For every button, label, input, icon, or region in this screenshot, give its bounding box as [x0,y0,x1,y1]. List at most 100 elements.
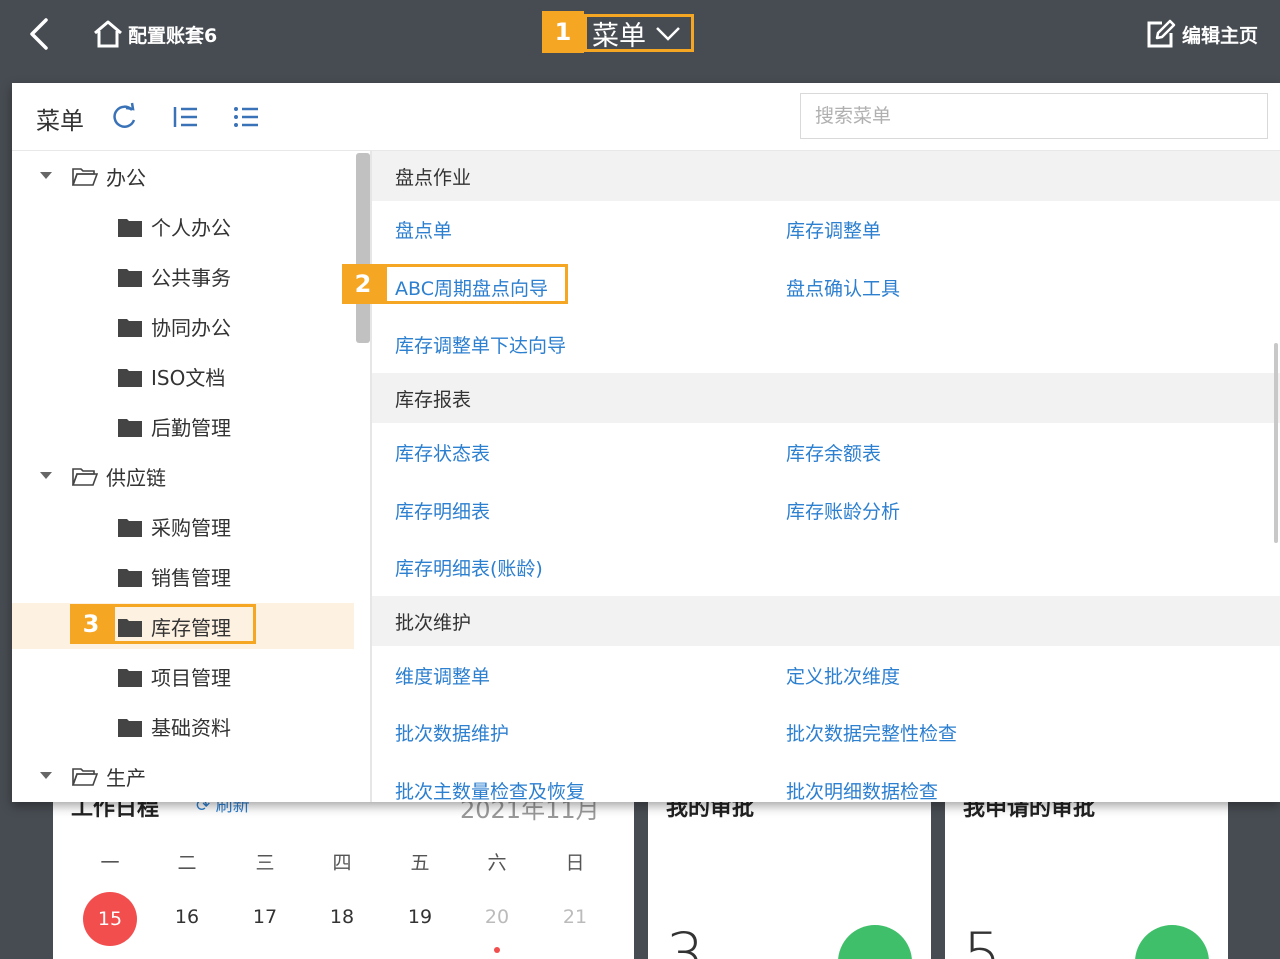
calendar-day-today[interactable]: 15 [83,892,137,946]
weekday-label: 二 [177,852,197,874]
calendar-day[interactable]: 20 [477,906,517,928]
folder-open-icon [72,768,98,786]
tree-item-label: 协同办公 [151,315,231,340]
section-header: 盘点作业 [372,151,1280,201]
tree-item-personal-office[interactable]: 个人办公 [12,203,354,249]
tree-group-office[interactable]: 办公 [12,153,354,199]
folder-icon [118,219,142,237]
edit-icon [1147,19,1176,48]
menu-link[interactable]: 库存调整单下达向导 [395,331,566,358]
weekday-label: 一 [100,852,120,874]
tree-item-purchasing[interactable]: 采购管理 [12,503,354,549]
menu-dropdown-button[interactable]: 菜单 [584,14,694,52]
highlight-abc-cycle-count [384,264,568,304]
menu-link[interactable]: 库存余额表 [786,439,881,466]
tree-item-sales[interactable]: 销售管理 [12,553,354,599]
caret-down-icon[interactable] [40,472,52,479]
tree-scrollbar-thumb[interactable] [356,153,370,343]
home-icon [94,20,122,48]
menu-link[interactable]: 库存明细表(账龄) [395,554,543,581]
step-badge-3: 3 [70,604,112,644]
tree-item-label: 项目管理 [151,665,231,690]
top-bar: 配置账套6 1 菜单 编辑主页 [0,0,1280,70]
menu-link[interactable]: 库存调整单 [786,216,881,243]
tree-item-label: 基础资料 [151,715,231,740]
tree-group-production[interactable]: 生产 [12,753,354,799]
folder-icon [118,569,142,587]
approval-count: 3 [666,920,705,959]
search-menu-input[interactable] [800,93,1268,139]
calendar-day[interactable]: 16 [167,906,207,928]
tree-group-supply-chain[interactable]: 供应链 [12,453,354,499]
tree-item-public-affairs[interactable]: 公共事务 [12,253,354,299]
menu-link[interactable]: 库存状态表 [395,439,490,466]
menu-link[interactable]: 批次数据维护 [395,719,509,746]
menu-link[interactable]: 批次主数量检查及恢复 [395,777,585,802]
collapse-all-icon[interactable] [172,102,200,132]
menu-link[interactable]: 库存明细表 [395,497,490,524]
calendar-day[interactable]: 19 [400,906,440,928]
folder-icon [118,719,142,737]
menu-panel: 菜单 办公 [12,83,1280,802]
edit-home-label: 编辑主页 [1182,24,1259,47]
chevron-down-icon [656,27,680,41]
folder-icon [118,419,142,437]
folder-open-icon [72,168,98,186]
step-badge-2: 2 [342,264,384,304]
calendar-day[interactable]: 21 [555,906,595,928]
highlight-inventory-management [112,604,256,644]
tree-group-label: 办公 [106,165,146,190]
section-header: 库存报表 [372,373,1280,423]
list-view-icon[interactable] [232,102,260,132]
menu-link[interactable]: 批次明细数据检查 [786,777,938,802]
event-dot [494,947,500,953]
edit-home-button[interactable]: 编辑主页 [1144,18,1258,50]
step-badge-1: 1 [542,11,584,53]
menu-link[interactable]: 批次数据完整性检查 [786,719,957,746]
tree-item-iso-docs[interactable]: ISO文档 [12,353,354,399]
menu-panel-title: 菜单 [36,107,84,135]
home-button[interactable]: 配置账套6 [92,18,217,50]
menu-link[interactable]: 盘点单 [395,216,452,243]
menu-link[interactable]: 库存账龄分析 [786,497,900,524]
tree-item-base-data[interactable]: 基础资料 [12,703,354,749]
tree-item-label: 后勤管理 [151,415,231,440]
menu-link[interactable]: 盘点确认工具 [786,274,900,301]
folder-open-icon [72,468,98,486]
menu-panel-header: 菜单 [12,83,1280,151]
folder-icon [118,519,142,537]
calendar-day[interactable]: 17 [245,906,285,928]
weekday-label: 六 [487,852,507,874]
content-scrollbar[interactable] [1274,343,1278,543]
back-arrow-icon [30,18,48,50]
tree-group-label: 供应链 [106,465,166,490]
caret-down-icon[interactable] [40,172,52,179]
folder-icon [118,369,142,387]
weekday-label: 日 [565,852,585,874]
menu-link[interactable]: 定义批次维度 [786,662,900,689]
caret-down-icon[interactable] [40,772,52,779]
weekday-label: 五 [410,852,430,874]
weekday-label: 四 [332,852,352,874]
tree-item-label: 采购管理 [151,515,231,540]
section-header: 批次维护 [372,596,1280,646]
tree-item-label: ISO文档 [151,365,226,390]
menu-tree: 办公 个人办公 公共事务 协同办公 ISO文档 后勤管理 供应链 采购管理 销售… [12,151,354,802]
menu-dropdown-label: 菜单 [592,20,646,52]
tree-item-label: 公共事务 [151,265,231,290]
tree-item-projects[interactable]: 项目管理 [12,653,354,699]
account-name: 配置账套6 [128,24,218,47]
back-button[interactable] [24,16,56,52]
refresh-icon[interactable] [110,102,138,132]
tree-item-label: 个人办公 [151,215,231,240]
tree-group-label: 生产 [106,765,146,790]
calendar-day[interactable]: 18 [322,906,362,928]
tree-item-collab-office[interactable]: 协同办公 [12,303,354,349]
folder-icon [118,319,142,337]
tree-item-label: 销售管理 [151,565,231,590]
request-count: 5 [963,920,1002,959]
folder-icon [118,269,142,287]
folder-icon [118,669,142,687]
menu-link[interactable]: 维度调整单 [395,662,490,689]
tree-item-logistics[interactable]: 后勤管理 [12,403,354,449]
